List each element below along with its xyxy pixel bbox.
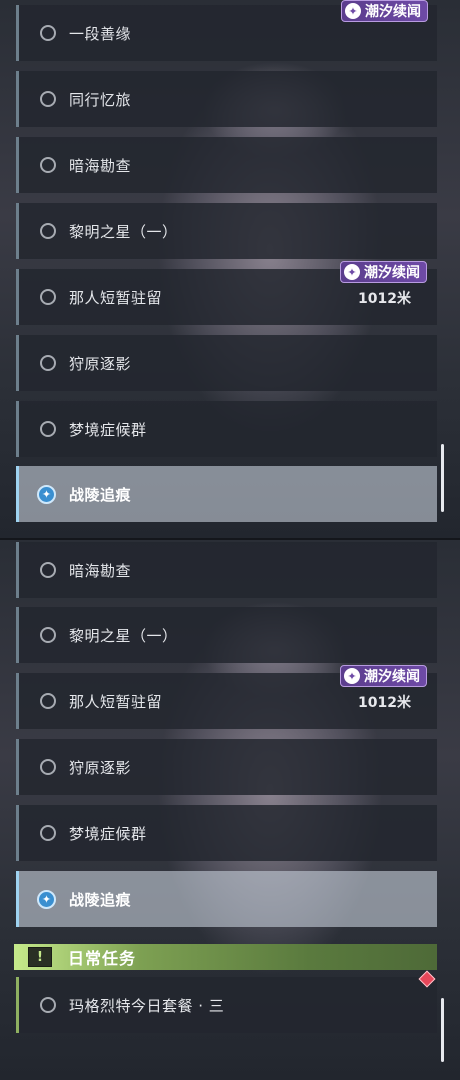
quest-label: 梦境症候群 [69, 420, 147, 439]
quest-status-icon [40, 825, 56, 841]
badge-label: 潮汐续闻 [364, 669, 420, 685]
distance-label: 1012米 [358, 695, 411, 711]
quest-label: 暗海勘查 [69, 561, 132, 580]
quest-item[interactable]: 暗海勘查 [16, 542, 437, 598]
quest-item[interactable]: 同行忆旅 [16, 71, 437, 127]
distance-label: 1012米 [358, 291, 411, 307]
tidal-event-badge: ✦ 潮汐续闻 [340, 665, 427, 687]
quest-item[interactable]: 黎明之星（一） [16, 203, 437, 259]
quest-status-icon [40, 421, 56, 437]
quest-label: 梦境症候群 [69, 824, 147, 843]
quest-item[interactable]: 狩原逐影 [16, 335, 437, 391]
quest-status-icon [40, 759, 56, 775]
daily-quest-item[interactable]: 玛格烈特今日套餐 · 三 [16, 977, 437, 1033]
quest-status-icon [40, 693, 56, 709]
quest-status-icon [40, 91, 56, 107]
quest-status-icon [40, 223, 56, 239]
quest-label: 黎明之星（一） [69, 626, 178, 645]
badge-label: 潮汐续闻 [365, 4, 421, 20]
quest-status-icon [40, 289, 56, 305]
sparkle-icon: ✦ [345, 3, 361, 19]
quest-label: 那人短暂驻留 [69, 692, 163, 711]
quest-label: 战陵追痕 [69, 890, 132, 909]
quest-list-panel-top: 一段善缘 ✦ 潮汐续闻 同行忆旅 暗海勘查 黎明之星（一） 那人短暂驻留 ✦ 潮… [0, 0, 460, 540]
sparkle-icon: ✦ [344, 264, 360, 280]
scrollbar-thumb[interactable] [441, 444, 444, 512]
quest-item[interactable]: 狩原逐影 [16, 739, 437, 795]
quest-list-panel-bottom: 暗海勘查 黎明之星（一） 那人短暂驻留 ✦ 潮汐续闻 1012米 狩原逐影 梦境… [0, 540, 460, 1080]
daily-tasks-header[interactable]: ! 日常任务 [14, 944, 437, 970]
quest-label: 黎明之星（一） [69, 222, 178, 241]
quest-label: 暗海勘查 [69, 156, 132, 175]
quest-label: 战陵追痕 [69, 485, 132, 504]
tidal-event-badge: ✦ 潮汐续闻 [340, 261, 427, 283]
tracked-quest-icon: ✦ [37, 889, 56, 909]
quest-item[interactable]: 暗海勘查 [16, 137, 437, 193]
tidal-event-badge: ✦ 潮汐续闻 [341, 0, 428, 22]
quest-status-icon [40, 157, 56, 173]
quest-status-icon [40, 627, 56, 643]
quest-status-icon [40, 25, 56, 41]
quest-status-icon [40, 562, 56, 578]
section-title: 日常任务 [68, 949, 137, 968]
quest-item[interactable]: 梦境症候群 [16, 805, 437, 861]
quest-label: 玛格烈特今日套餐 · 三 [69, 996, 225, 1015]
tracked-quest-icon: ✦ [37, 484, 56, 504]
sparkle-icon: ✦ [344, 668, 360, 684]
quest-label: 狩原逐影 [69, 758, 132, 777]
badge-label: 潮汐续闻 [364, 265, 420, 281]
scrollbar-thumb[interactable] [441, 998, 444, 1062]
quest-label: 一段善缘 [69, 24, 132, 43]
quest-label: 同行忆旅 [69, 90, 132, 109]
quest-item-active[interactable]: ✦ 战陵追痕 [16, 871, 437, 927]
alert-icon: ! [28, 947, 52, 967]
quest-item-active[interactable]: ✦ 战陵追痕 [16, 466, 437, 522]
quest-status-icon [40, 355, 56, 371]
quest-status-icon [40, 997, 56, 1013]
quest-label: 狩原逐影 [69, 354, 132, 373]
quest-label: 那人短暂驻留 [69, 288, 163, 307]
quest-item[interactable]: 梦境症候群 [16, 401, 437, 457]
quest-item[interactable]: 黎明之星（一） [16, 607, 437, 663]
